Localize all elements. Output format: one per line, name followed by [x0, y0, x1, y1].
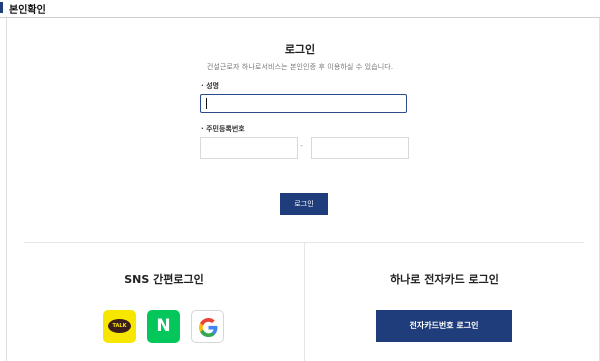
card-login-title: 하나로 전자카드 로그인 — [390, 273, 499, 286]
naver-login-button[interactable]: N — [147, 310, 180, 343]
login-button[interactable]: 로그인 — [280, 193, 328, 215]
sns-login-title: SNS 간편로그인 — [124, 273, 204, 286]
name-label: · 성명 — [201, 82, 219, 90]
section-accent-bar — [0, 2, 3, 13]
ssn-label: · 주민등록번호 — [201, 125, 245, 133]
text-caret — [206, 98, 207, 109]
login-title: 로그인 — [284, 43, 316, 56]
ssn-back-input[interactable] — [311, 137, 409, 159]
naver-icon: N — [156, 316, 171, 336]
name-input[interactable] — [200, 94, 407, 113]
kakao-icon: TALK — [108, 319, 131, 333]
google-icon — [199, 318, 218, 337]
kakao-login-button[interactable]: TALK — [103, 310, 136, 343]
ssn-separator: - — [300, 141, 303, 150]
card-number-login-button[interactable]: 전자카드번호 로그인 — [376, 310, 512, 342]
ssn-front-input[interactable] — [200, 137, 298, 159]
section-header: 본인확인 — [0, 0, 600, 18]
login-description: 건설근로자 하나로서비스는 본인인증 후 이용하실 수 있습니다. — [206, 63, 394, 71]
column-divider — [304, 243, 305, 361]
google-login-button[interactable] — [191, 310, 224, 343]
section-title: 본인확인 — [9, 5, 46, 16]
